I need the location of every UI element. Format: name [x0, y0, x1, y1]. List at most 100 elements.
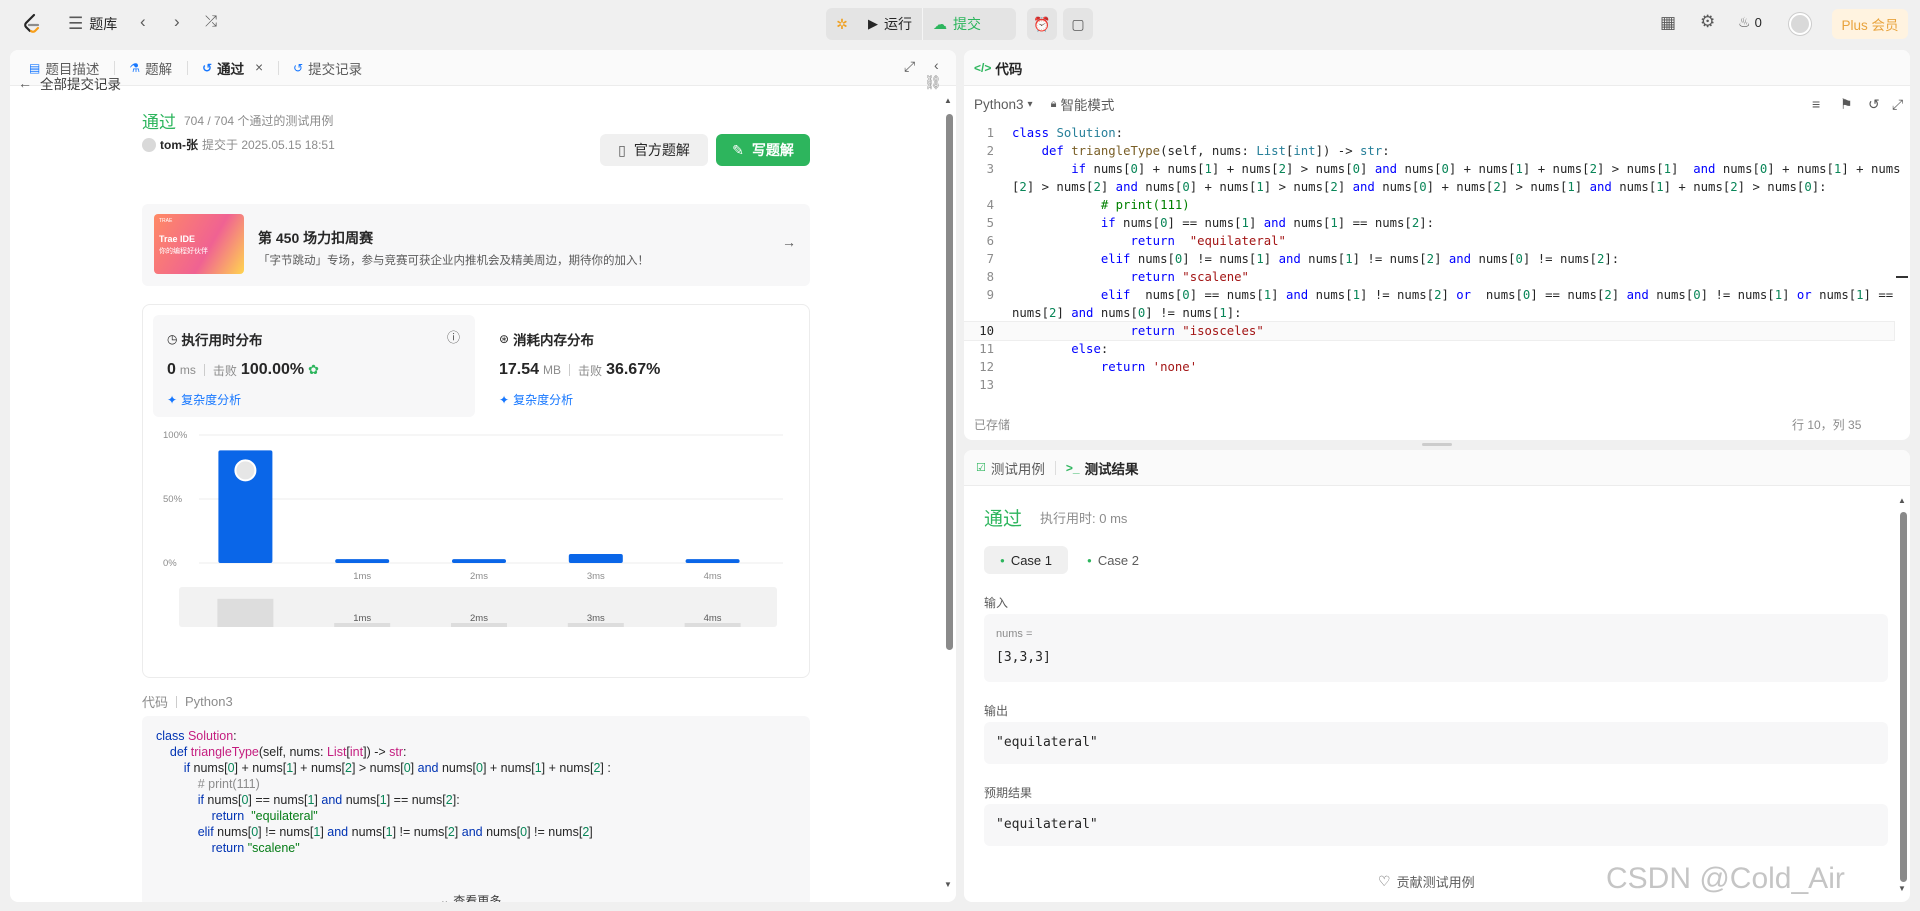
- code-line[interactable]: 10 return "isosceles": [964, 321, 1895, 341]
- divider: [1054, 460, 1056, 475]
- avatar[interactable]: [1789, 13, 1811, 35]
- memory-complexity-link[interactable]: ✦ 复杂度分析: [499, 391, 573, 408]
- settings-icon[interactable]: ⚙: [1700, 12, 1715, 32]
- tab-results[interactable]: >_ 测试结果: [1066, 458, 1139, 478]
- shuffle-icon[interactable]: ⤮: [205, 13, 217, 30]
- chart-bar[interactable]: [685, 559, 740, 563]
- code-line[interactable]: 13: [964, 376, 1894, 394]
- checkbox-icon: ☑: [976, 462, 986, 474]
- contest-banner[interactable]: TRAE Trae IDE 你的编程好伙伴 第 450 场力扣周赛 「字节跳动」…: [142, 204, 810, 286]
- user-avatar-marker: [234, 459, 257, 482]
- line-text: class Solution:: [1012, 126, 1124, 140]
- maximize-icon[interactable]: ⤢: [904, 58, 915, 75]
- cursor-position: 行 10，列 35: [1792, 418, 1862, 432]
- x-tick-label: 2ms: [470, 571, 488, 582]
- tab-solutions[interactable]: ⚗ 题解: [122, 50, 195, 86]
- result-scrollbar[interactable]: ▲ ▼: [1898, 496, 1908, 896]
- format-icon[interactable]: ≡: [1812, 96, 1820, 112]
- bookmark-icon[interactable]: ⚑: [1840, 96, 1853, 113]
- overview-tick-label: 3ms: [587, 613, 605, 624]
- chart-svg: 100% 50% 0% 1ms 2ms 3ms 4ms 1ms 2ms 3ms 4ms: [163, 430, 783, 627]
- runtime-complexity-link[interactable]: ✦ 复杂度分析: [167, 391, 241, 408]
- line-text: if nums[0] + nums[1] + nums[2] > nums[0]…: [1071, 162, 1901, 176]
- code-line[interactable]: [2] > nums[2] and nums[0] + nums[1] > nu…: [964, 178, 1894, 196]
- chart-bar[interactable]: [452, 559, 506, 563]
- tab-testcases[interactable]: ☑ 测试用例: [976, 458, 1045, 478]
- tab-submissions[interactable]: ↺ 提交记录: [286, 50, 369, 86]
- plus-member-button[interactable]: Plus 会员: [1832, 9, 1908, 39]
- code-line[interactable]: 6 return "equilateral": [964, 232, 1894, 250]
- code-line[interactable]: 8 return "scalene": [964, 268, 1894, 286]
- language-select[interactable]: Python3 ▾: [974, 97, 1033, 112]
- chart-bar[interactable]: [568, 554, 623, 563]
- code-line[interactable]: 9 elif nums[0] == nums[1] and nums[1] !=…: [964, 286, 1894, 304]
- overview-tick-label: 2ms: [470, 613, 488, 624]
- code-line[interactable]: 5 if nums[0] == nums[1] and nums[1] == n…: [964, 214, 1894, 232]
- info-icon[interactable]: ⓘ: [447, 327, 460, 346]
- performance-card: ◷ 执行用时分布 ⓘ 0 ms 击败 100.00% ✿ ✦ 复杂度分析 ⊛ 消…: [142, 304, 810, 678]
- run-button[interactable]: ▶ 运行: [858, 8, 922, 40]
- share-link-icon[interactable]: ⛓: [924, 74, 942, 91]
- runtime-beat: 100.00%: [240, 361, 305, 378]
- y-tick-label: 100%: [163, 430, 188, 441]
- panel-resize-handle[interactable]: [1422, 443, 1452, 446]
- code-line[interactable]: 11 else:: [964, 340, 1894, 358]
- note-button[interactable]: ▢: [1063, 8, 1093, 40]
- code-line[interactable]: 3 if nums[0] + nums[1] + nums[2] > nums[…: [964, 160, 1901, 178]
- code-icon: </>: [974, 60, 992, 75]
- collapse-icon[interactable]: ‹: [934, 57, 939, 73]
- debug-icon[interactable]: ✲: [826, 16, 858, 33]
- smart-mode-toggle[interactable]: 🔒︎ 智能模式: [1051, 94, 1115, 114]
- code-line[interactable]: 2 def triangleType(self, nums: List[int]…: [964, 142, 1894, 160]
- testcases-passed: 704 / 704 个通过的测试用例: [184, 114, 334, 128]
- leetcode-logo[interactable]: [20, 12, 44, 36]
- scroll-down-icon[interactable]: ▼: [1898, 884, 1906, 893]
- run-submit-group: ✲ ▶ 运行 ☁ 提交: [826, 8, 1016, 40]
- memory-stat[interactable]: ⊛ 消耗内存分布 17.54 MB 击败 36.67% ✦ 复杂度分析: [485, 315, 807, 417]
- run-label: 运行: [884, 16, 912, 32]
- username[interactable]: tom-张: [160, 136, 198, 153]
- tab-accepted[interactable]: ↺ 通过 ×: [195, 50, 286, 86]
- official-solution-button[interactable]: ▯ 官方题解: [600, 134, 708, 166]
- left-scrollbar[interactable]: ▲ ▼: [944, 96, 954, 894]
- code-line[interactable]: 7 elif nums[0] != nums[1] and nums[1] !=…: [964, 250, 1894, 268]
- scroll-up-icon[interactable]: ▲: [1898, 496, 1906, 505]
- timer-button[interactable]: ⏰: [1027, 8, 1057, 40]
- scroll-up-icon[interactable]: ▲: [944, 96, 952, 105]
- scroll-thumb[interactable]: [946, 114, 953, 650]
- contribute-testcase-button[interactable]: ♡ 贡献测试用例: [1378, 872, 1475, 891]
- submit-button[interactable]: ☁ 提交: [922, 8, 991, 40]
- write-solution-button[interactable]: ✎ 写题解: [716, 134, 810, 166]
- streak-counter[interactable]: ♨ 0: [1738, 14, 1762, 31]
- chart-bar[interactable]: [335, 559, 390, 563]
- case-2-tab[interactable]: ● Case 2: [1078, 546, 1148, 574]
- code-line[interactable]: 1 class Solution:: [964, 124, 1894, 142]
- divider: [176, 695, 178, 708]
- runtime-stat[interactable]: ◷ 执行用时分布 ⓘ 0 ms 击败 100.00% ✿ ✦ 复杂度分析: [153, 315, 475, 417]
- line-text: def triangleType(self, nums: List[int]) …: [1041, 144, 1390, 158]
- scroll-down-icon[interactable]: ▼: [944, 880, 952, 889]
- contribute-label: 贡献测试用例: [1396, 875, 1475, 890]
- prev-problem-icon[interactable]: ‹: [140, 12, 146, 32]
- editor-title: 代码: [995, 61, 1023, 77]
- output-label: 输出: [984, 704, 1009, 718]
- code-editor[interactable]: 1 class Solution: 2 def triangleType(self,…: [964, 124, 1901, 394]
- next-problem-icon[interactable]: ›: [174, 12, 180, 32]
- code-line[interactable]: 4 # print(111): [964, 196, 1894, 214]
- layout-icon[interactable]: ▦: [1660, 13, 1676, 33]
- code-line[interactable]: nums[2] and nums[0] != nums[1]:: [964, 304, 1894, 322]
- line-number: 6: [986, 234, 994, 248]
- code-line[interactable]: 12 return 'none': [964, 358, 1894, 376]
- code-label: 代码: [142, 695, 169, 710]
- reset-icon[interactable]: ↺: [1868, 96, 1880, 113]
- back-to-submissions[interactable]: ← 全部提交记录: [18, 75, 121, 92]
- runtime-title-row: ◷ 执行用时分布: [167, 329, 262, 349]
- runtime-title: 执行用时分布: [181, 333, 263, 348]
- case-1-tab[interactable]: ● Case 1: [984, 546, 1068, 574]
- fullscreen-icon[interactable]: ⤢: [1892, 96, 1903, 113]
- scroll-thumb[interactable]: [1900, 512, 1907, 882]
- close-icon[interactable]: ×: [255, 60, 263, 75]
- result-status-row: 通过 执行用时: 0 ms: [984, 504, 1127, 531]
- see-more-button[interactable]: ⌄ 查看更多: [440, 892, 501, 902]
- problemset-button[interactable]: ☰ 题库: [68, 14, 117, 34]
